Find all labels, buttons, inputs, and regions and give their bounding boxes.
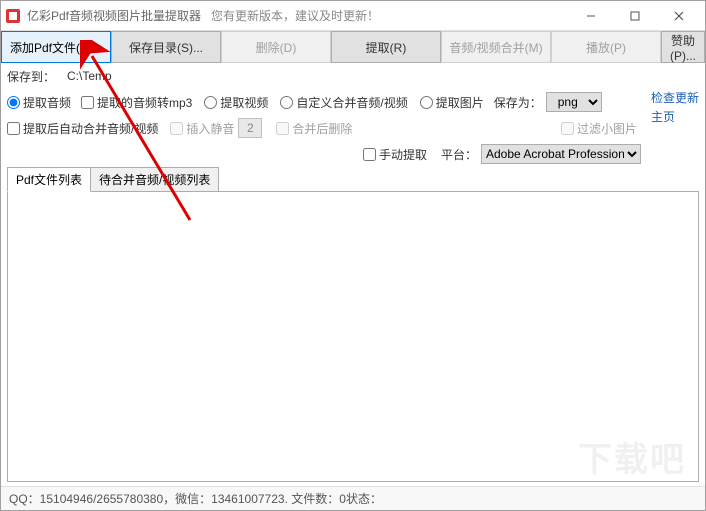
save-to-label: 保存到： [7,68,55,85]
extract-image-radio[interactable]: 提取图片 [420,94,484,111]
app-title: 亿彩Pdf音频视频图片批量提取器 [27,7,201,24]
options-row-3: 手动提取 平台： Adobe Acrobat Profession [1,141,651,167]
options-row-2: 提取后自动合并音频/视频 插入静音 合并后删除 过滤小图片 [1,115,651,141]
app-icon [5,8,21,24]
insert-silence-checkbox: 插入静音 [170,120,234,137]
filter-small-img-checkbox: 过滤小图片 [561,120,637,137]
auto-merge-checkbox[interactable]: 提取后自动合并音频/视频 [7,120,158,137]
platform-select[interactable]: Adobe Acrobat Profession [481,144,641,164]
status-wechat-value: 13461007723 [211,492,284,506]
update-hint: 您有更新版本，建议及时更新！ [211,7,379,24]
status-qq-value: 15104946/2655780380 [40,492,163,506]
extract-video-radio[interactable]: 提取视频 [204,94,268,111]
status-filecount-value: 0 [339,492,346,506]
add-pdf-button[interactable]: 添加Pdf文件(A)... [1,31,111,63]
audio-to-mp3-checkbox[interactable]: 提取的音频转mp3 [81,94,192,111]
platform-label: 平台： [441,146,477,163]
options-row-1: 提取音频 提取的音频转mp3 提取视频 自定义合并音频/视频 提取图片 保存为：… [1,89,651,115]
sponsor-button[interactable]: 赞助(P)... [661,31,705,63]
status-bar: QQ： 15104946/2655780380 ，微信： 13461007723… [1,486,705,510]
play-button[interactable]: 播放(P) [551,31,661,63]
silence-seconds-input [238,118,262,138]
save-as-label: 保存为： [494,94,542,111]
extract-audio-radio[interactable]: 提取音频 [7,94,71,111]
list-tabs: Pdf文件列表 待合并音频/视频列表 [1,167,705,192]
status-filecount-label: . 文件数： [285,490,340,507]
save-path-row: 保存到： C:\Temp [1,63,705,89]
custom-merge-radio[interactable]: 自定义合并音频/视频 [280,94,407,111]
maximize-button[interactable] [613,1,657,31]
status-wechat-label: ，微信： [163,490,211,507]
toolbar: 添加Pdf文件(A)... 保存目录(S)... 删除(D) 提取(R) 音频/… [1,31,705,63]
side-links: 检查更新 主页 [651,89,705,167]
save-as-select[interactable]: png [546,92,602,112]
status-qq-label: QQ： [9,490,40,507]
minimize-button[interactable] [569,1,613,31]
extract-button[interactable]: 提取(R) [331,31,441,63]
save-dir-button[interactable]: 保存目录(S)... [111,31,221,63]
tab-merge-list[interactable]: 待合并音频/视频列表 [90,167,219,192]
delete-after-merge-checkbox: 合并后删除 [276,120,352,137]
merge-av-button[interactable]: 音频/视频合并(M) [441,31,551,63]
close-button[interactable] [657,1,701,31]
save-to-path: C:\Temp [67,69,112,83]
tab-pdf-list[interactable]: Pdf文件列表 [7,167,91,192]
titlebar: 亿彩Pdf音频视频图片批量提取器 您有更新版本，建议及时更新！ [1,1,705,31]
home-link[interactable]: 主页 [651,108,675,125]
check-update-link[interactable]: 检查更新 [651,89,699,106]
delete-button[interactable]: 删除(D) [221,31,331,63]
manual-extract-checkbox[interactable]: 手动提取 [363,146,427,163]
file-list-area[interactable] [7,191,699,482]
status-state-label: 状态： [346,490,382,507]
